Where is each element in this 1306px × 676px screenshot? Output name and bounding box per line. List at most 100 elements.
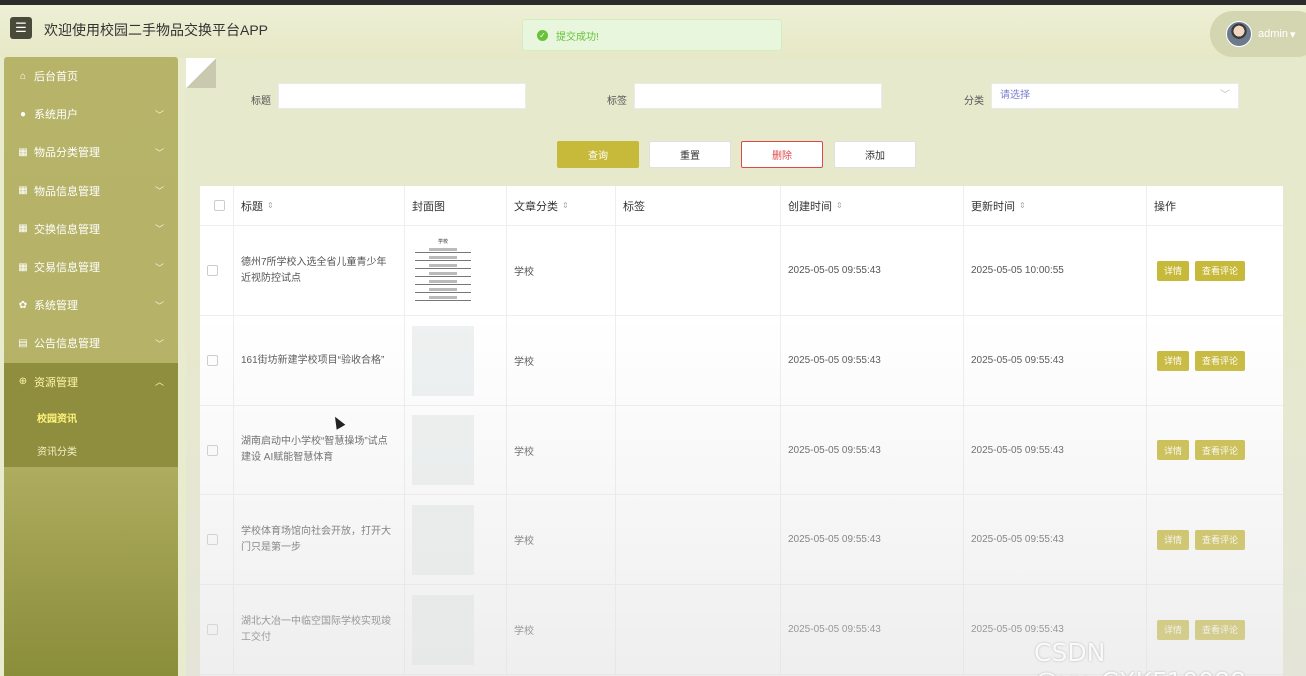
row-updated: 2025-05-05 09:55:43 bbox=[964, 495, 1147, 584]
grid-icon: ▦ bbox=[18, 261, 28, 273]
detail-button[interactable]: 详情 bbox=[1157, 260, 1190, 281]
row-updated: 2025-05-05 10:00:55 bbox=[964, 226, 1147, 315]
sidebar-item-trade-info[interactable]: ▦ 交易信息管理 ﹀ bbox=[4, 248, 178, 286]
sidebar-item-label: 后台首页 bbox=[34, 71, 78, 84]
plus-circle-icon: ⊕ bbox=[18, 376, 28, 388]
table-row: 湖南启动中小学校“智慧操场”试点建设 AI赋能智慧体育 学校 2025-05-0… bbox=[200, 406, 1283, 495]
sidebar-item-system-users[interactable]: ● 系统用户 ﹀ bbox=[4, 95, 178, 133]
sidebar-item-item-info[interactable]: ▦ 物品信息管理 ﹀ bbox=[4, 172, 178, 210]
header-ops: 操作 bbox=[1147, 186, 1283, 225]
row-title: 161街坊新建学校项目“验收合格” bbox=[234, 316, 405, 405]
home-icon: ⌂ bbox=[19, 70, 27, 82]
header-label: 创建时间 bbox=[788, 200, 832, 213]
row-category: 学校 bbox=[507, 585, 616, 674]
cover-image[interactable] bbox=[412, 594, 474, 665]
cover-image[interactable]: 学校 bbox=[412, 235, 474, 306]
sidebar-item-system-manage[interactable]: ✿ 系统管理 ﹀ bbox=[4, 286, 178, 324]
grid-icon: ▦ bbox=[18, 146, 28, 158]
header-label: 标签 bbox=[623, 200, 645, 213]
header-category[interactable]: 文章分类 ⇕ bbox=[507, 186, 616, 225]
row-select-cell bbox=[200, 316, 234, 405]
sidebar-item-notice[interactable]: ▤ 公告信息管理 ﹀ bbox=[4, 324, 178, 362]
row-select-cell bbox=[200, 226, 234, 315]
sidebar-item-item-category[interactable]: ▦ 物品分类管理 ﹀ bbox=[4, 133, 178, 171]
row-updated: 2025-05-05 09:55:43 bbox=[964, 406, 1147, 494]
row-cover bbox=[405, 495, 507, 584]
header-created[interactable]: 创建时间 ⇕ bbox=[781, 186, 964, 225]
sort-icon[interactable]: ⇕ bbox=[1019, 201, 1026, 210]
cover-image-heading: 学校 bbox=[437, 238, 448, 245]
row-created: 2025-05-05 09:55:43 bbox=[781, 585, 964, 674]
row-checkbox[interactable] bbox=[207, 355, 218, 366]
news-table: 标题 ⇕ 封面图 文章分类 ⇕ 标签 创建时间 ⇕ 更新时间 ⇕ 操作 德州7所学校入选… bbox=[200, 186, 1283, 676]
row-checkbox[interactable] bbox=[207, 534, 218, 545]
sort-icon[interactable]: ⇕ bbox=[562, 201, 569, 210]
main-content: 标题 标签 分类 请选择 ﹀ 查询 重置 删除 添加 标题 ⇕ 封面图 文章分类 ⇕… bbox=[186, 58, 1306, 676]
row-tag bbox=[616, 495, 781, 584]
sidebar-item-label: 系统管理 bbox=[34, 300, 78, 313]
sort-icon[interactable]: ⇕ bbox=[267, 201, 274, 210]
header-label: 文章分类 bbox=[514, 200, 558, 213]
cover-image[interactable] bbox=[412, 325, 474, 396]
detail-button[interactable]: 详情 bbox=[1157, 440, 1190, 460]
row-created: 2025-05-05 09:55:43 bbox=[781, 316, 964, 405]
query-button[interactable]: 查询 bbox=[557, 141, 639, 168]
top-bar: ☰ 欢迎使用校园二手物品交换平台APP ✓ 提交成功! admin ▾ bbox=[0, 0, 1306, 58]
select-all-checkbox[interactable] bbox=[214, 200, 225, 211]
cover-image[interactable] bbox=[412, 415, 474, 485]
view-comments-button[interactable]: 查看评论 bbox=[1195, 440, 1246, 460]
tag-filter-input[interactable] bbox=[634, 83, 882, 109]
sidebar-item-exchange-info[interactable]: ▦ 交换信息管理 ﹀ bbox=[4, 210, 178, 248]
sort-icon[interactable]: ⇕ bbox=[836, 201, 843, 210]
cover-image[interactable] bbox=[412, 504, 474, 575]
user-name: admin bbox=[1258, 28, 1288, 40]
chevron-up-icon: ︿ bbox=[154, 377, 164, 388]
row-ops: 详情 查看评论 bbox=[1147, 316, 1283, 405]
row-tag bbox=[616, 316, 781, 405]
table-row: 161街坊新建学校项目“验收合格” 学校 2025-05-05 09:55:43… bbox=[200, 316, 1283, 406]
row-checkbox[interactable] bbox=[207, 624, 218, 635]
view-comments-button[interactable]: 查看评论 bbox=[1195, 619, 1246, 640]
sidebar-item-label: 系统用户 bbox=[34, 109, 78, 122]
sidebar-item-label: 交换信息管理 bbox=[34, 223, 100, 236]
row-checkbox[interactable] bbox=[207, 265, 218, 276]
view-comments-button[interactable]: 查看评论 bbox=[1195, 350, 1246, 371]
add-button[interactable]: 添加 bbox=[834, 141, 916, 168]
row-category: 学校 bbox=[507, 316, 616, 405]
delete-button[interactable]: 删除 bbox=[741, 141, 823, 168]
chevron-down-icon: ﹀ bbox=[154, 300, 164, 311]
detail-button[interactable]: 详情 bbox=[1157, 619, 1190, 640]
sidebar-item-home[interactable]: ⌂ 后台首页 bbox=[4, 57, 178, 95]
header-title[interactable]: 标题 ⇕ bbox=[234, 186, 405, 225]
chevron-down-icon: ﹀ bbox=[154, 224, 164, 235]
header-label: 标题 bbox=[241, 200, 263, 213]
chevron-down-icon: ﹀ bbox=[154, 338, 164, 349]
header-cover: 封面图 bbox=[405, 186, 507, 225]
header-updated[interactable]: 更新时间 ⇕ bbox=[964, 186, 1147, 225]
row-checkbox[interactable] bbox=[207, 444, 218, 456]
detail-button[interactable]: 详情 bbox=[1157, 529, 1190, 550]
row-title: 湖南启动中小学校“智慧操场”试点建设 AI赋能智慧体育 bbox=[234, 406, 405, 494]
row-ops: 详情 查看评论 bbox=[1147, 495, 1283, 584]
title-filter-input[interactable] bbox=[278, 83, 526, 109]
subnav-item-campus-news[interactable]: 校园资讯 bbox=[4, 401, 178, 434]
row-category: 学校 bbox=[507, 226, 616, 315]
user-menu[interactable]: admin ▾ bbox=[1210, 11, 1306, 57]
sidebar-item-label: 交易信息管理 bbox=[34, 262, 100, 275]
category-filter-select[interactable]: 请选择 ﹀ bbox=[991, 83, 1239, 109]
view-comments-button[interactable]: 查看评论 bbox=[1195, 529, 1246, 550]
gear-icon: ✿ bbox=[18, 299, 28, 311]
subnav-item-news-category[interactable]: 资讯分类 bbox=[4, 434, 178, 467]
row-created: 2025-05-05 09:55:43 bbox=[781, 495, 964, 584]
user-icon: ● bbox=[19, 108, 27, 120]
row-select-cell bbox=[200, 495, 234, 584]
tag-filter-label: 标签 bbox=[607, 96, 627, 107]
view-comments-button[interactable]: 查看评论 bbox=[1195, 260, 1246, 281]
app-title: 欢迎使用校园二手物品交换平台APP bbox=[44, 22, 269, 38]
select-all-cell bbox=[200, 186, 234, 225]
row-title: 湖北大冶一中临空国际学校实现竣工交付 bbox=[234, 585, 405, 674]
hamburger-icon[interactable]: ☰ bbox=[10, 17, 32, 39]
reset-button[interactable]: 重置 bbox=[649, 141, 731, 168]
detail-button[interactable]: 详情 bbox=[1157, 350, 1190, 371]
sidebar-item-resources[interactable]: ⊕ 资源管理 ︿ bbox=[4, 362, 178, 401]
